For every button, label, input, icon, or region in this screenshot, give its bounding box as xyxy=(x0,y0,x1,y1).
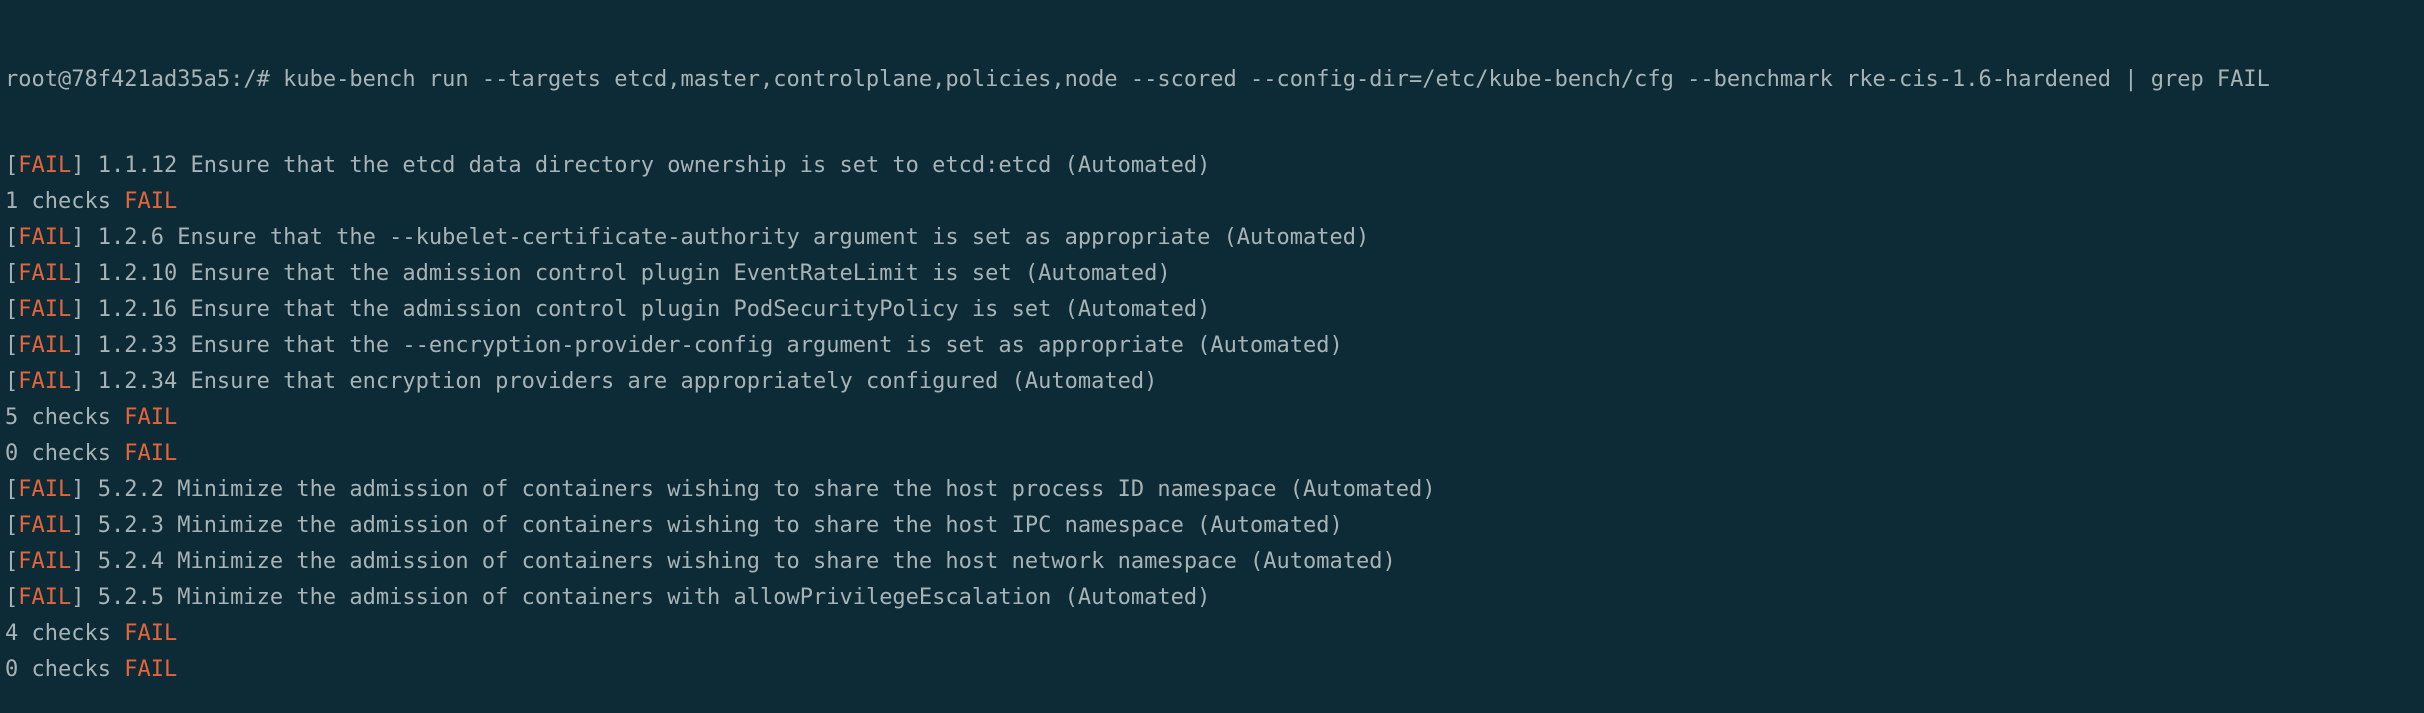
bracket-close: ] xyxy=(71,549,85,574)
result-text: 5.2.2 Minimize the admission of containe… xyxy=(84,477,1436,502)
bracket-open: [ xyxy=(5,513,19,538)
fail-tag: FAIL xyxy=(18,333,72,358)
bracket-close: ] xyxy=(71,297,85,322)
bracket-close: ] xyxy=(71,369,85,394)
result-text: 1.2.10 Ensure that the admission control… xyxy=(84,261,1171,286)
bracket-open: [ xyxy=(5,261,19,286)
fail-tag: FAIL xyxy=(18,225,72,250)
bracket-close: ] xyxy=(71,585,85,610)
fail-tag: FAIL xyxy=(18,297,72,322)
summary-count: 0 checks xyxy=(5,441,125,466)
output-lines: [FAIL] 1.1.12 Ensure that the etcd data … xyxy=(5,148,2424,688)
fail-result-line: [FAIL] 5.2.5 Minimize the admission of c… xyxy=(5,580,2424,616)
result-text: 5.2.4 Minimize the admission of containe… xyxy=(84,549,1396,574)
fail-result-line: [FAIL] 1.2.33 Ensure that the --encrypti… xyxy=(5,328,2424,364)
summary-line: 5 checks FAIL xyxy=(5,400,2424,436)
fail-word: FAIL xyxy=(124,657,178,682)
summary-line: 0 checks FAIL xyxy=(5,436,2424,472)
bracket-close: ] xyxy=(71,333,85,358)
fail-result-line: [FAIL] 1.2.6 Ensure that the --kubelet-c… xyxy=(5,220,2424,256)
bracket-open: [ xyxy=(5,225,19,250)
bracket-close: ] xyxy=(71,261,85,286)
result-text: 5.2.3 Minimize the admission of containe… xyxy=(84,513,1343,538)
fail-tag: FAIL xyxy=(18,153,72,178)
result-text: 1.2.6 Ensure that the --kubelet-certific… xyxy=(84,225,1370,250)
summary-count: 5 checks xyxy=(5,405,125,430)
bracket-open: [ xyxy=(5,549,19,574)
summary-line: 4 checks FAIL xyxy=(5,616,2424,652)
fail-word: FAIL xyxy=(124,621,178,646)
fail-tag: FAIL xyxy=(18,477,72,502)
result-text: 1.1.12 Ensure that the etcd data directo… xyxy=(84,153,1211,178)
summary-count: 1 checks xyxy=(5,189,125,214)
bracket-open: [ xyxy=(5,369,19,394)
bracket-close: ] xyxy=(71,477,85,502)
bracket-close: ] xyxy=(71,225,85,250)
fail-result-line: [FAIL] 1.2.16 Ensure that the admission … xyxy=(5,292,2424,328)
fail-result-line: [FAIL] 5.2.4 Minimize the admission of c… xyxy=(5,544,2424,580)
summary-line: 0 checks FAIL xyxy=(5,652,2424,688)
summary-line: 1 checks FAIL xyxy=(5,184,2424,220)
fail-result-line: [FAIL] 1.1.12 Ensure that the etcd data … xyxy=(5,148,2424,184)
fail-tag: FAIL xyxy=(18,549,72,574)
fail-result-line: [FAIL] 1.2.34 Ensure that encryption pro… xyxy=(5,364,2424,400)
summary-count: 4 checks xyxy=(5,621,125,646)
result-text: 5.2.5 Minimize the admission of containe… xyxy=(84,585,1211,610)
fail-tag: FAIL xyxy=(18,261,72,286)
bracket-close: ] xyxy=(71,153,85,178)
terminal-output[interactable]: root@78f421ad35a5:/# kube-bench run --ta… xyxy=(0,0,2424,682)
bracket-open: [ xyxy=(5,297,19,322)
command-line: root@78f421ad35a5:/# kube-bench run --ta… xyxy=(5,67,2270,92)
fail-word: FAIL xyxy=(124,405,178,430)
fail-tag: FAIL xyxy=(18,513,72,538)
bracket-close: ] xyxy=(71,513,85,538)
bracket-open: [ xyxy=(5,585,19,610)
fail-word: FAIL xyxy=(124,189,178,214)
summary-count: 0 checks xyxy=(5,657,125,682)
result-text: 1.2.16 Ensure that the admission control… xyxy=(84,297,1211,322)
fail-result-line: [FAIL] 5.2.3 Minimize the admission of c… xyxy=(5,508,2424,544)
bracket-open: [ xyxy=(5,333,19,358)
result-text: 1.2.34 Ensure that encryption providers … xyxy=(84,369,1158,394)
fail-result-line: [FAIL] 1.2.10 Ensure that the admission … xyxy=(5,256,2424,292)
fail-word: FAIL xyxy=(124,441,178,466)
result-text: 1.2.33 Ensure that the --encryption-prov… xyxy=(84,333,1343,358)
bracket-open: [ xyxy=(5,477,19,502)
fail-result-line: [FAIL] 5.2.2 Minimize the admission of c… xyxy=(5,472,2424,508)
fail-tag: FAIL xyxy=(18,585,72,610)
fail-tag: FAIL xyxy=(18,369,72,394)
bracket-open: [ xyxy=(5,153,19,178)
